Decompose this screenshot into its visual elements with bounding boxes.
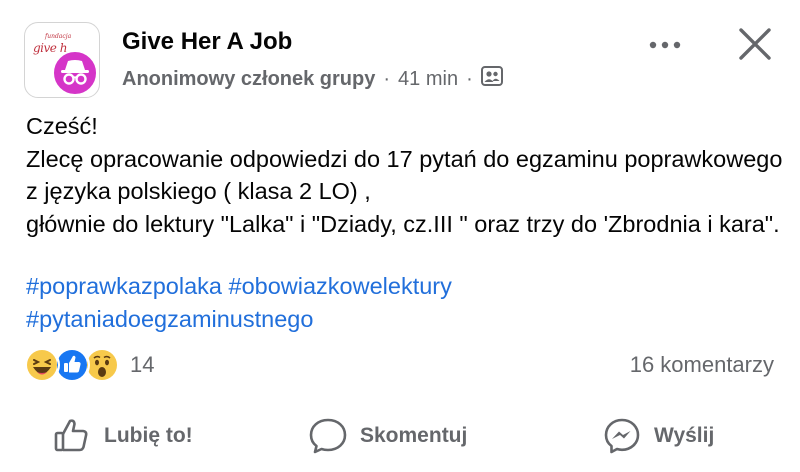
hashtag-link[interactable]: #poprawkazpolaka bbox=[26, 273, 222, 299]
like-button[interactable]: Lubię to! bbox=[52, 410, 193, 462]
reaction-count: 14 bbox=[130, 352, 155, 377]
close-icon bbox=[739, 28, 771, 60]
send-button-label: Wyślij bbox=[654, 424, 715, 447]
comment-button-label: Skomentuj bbox=[360, 424, 468, 447]
more-options-button[interactable] bbox=[642, 28, 688, 62]
meta-separator: · bbox=[383, 67, 391, 90]
post-action-bar: Lubię to! Skomentuj Wyślij bbox=[0, 410, 800, 462]
close-button[interactable] bbox=[732, 24, 778, 66]
post-meta: Anonimowy członek grupy · 41 min · bbox=[122, 66, 503, 92]
group-name-link[interactable]: Give Her A Job bbox=[122, 28, 292, 56]
reaction-summary[interactable]: 14 bbox=[24, 347, 154, 383]
anonymous-member-icon bbox=[52, 50, 98, 96]
hashtag-link[interactable]: #obowiazkowelektury bbox=[229, 273, 452, 299]
hashtag-list: #poprawkazpolaka #obowiazkowelektury #py… bbox=[26, 270, 786, 335]
comment-button[interactable]: Skomentuj bbox=[308, 410, 467, 462]
messenger-icon bbox=[604, 418, 640, 454]
group-members-icon bbox=[480, 66, 503, 92]
comment-icon bbox=[309, 418, 347, 454]
like-button-label: Lubię to! bbox=[104, 424, 193, 447]
post-time[interactable]: 41 min bbox=[398, 68, 458, 91]
author-name[interactable]: Anonimowy członek grupy bbox=[122, 68, 375, 91]
comments-count-link[interactable]: 16 komentarzy bbox=[630, 352, 774, 378]
post-header: fundacja give h Give Her A Job Anonimowy… bbox=[0, 0, 800, 110]
group-logo-subtext: fundacja bbox=[45, 33, 72, 40]
meta-separator: · bbox=[466, 67, 473, 90]
more-options-icon bbox=[649, 41, 681, 49]
send-button[interactable]: Wyślij bbox=[602, 410, 714, 462]
hashtag-link[interactable]: #pytaniadoegzaminustnego bbox=[26, 306, 313, 332]
post-text: Cześć! Zlecę opracowanie odpowiedzi do 1… bbox=[26, 113, 783, 237]
haha-reaction-icon bbox=[24, 347, 60, 383]
thumbs-up-icon bbox=[54, 419, 88, 452]
